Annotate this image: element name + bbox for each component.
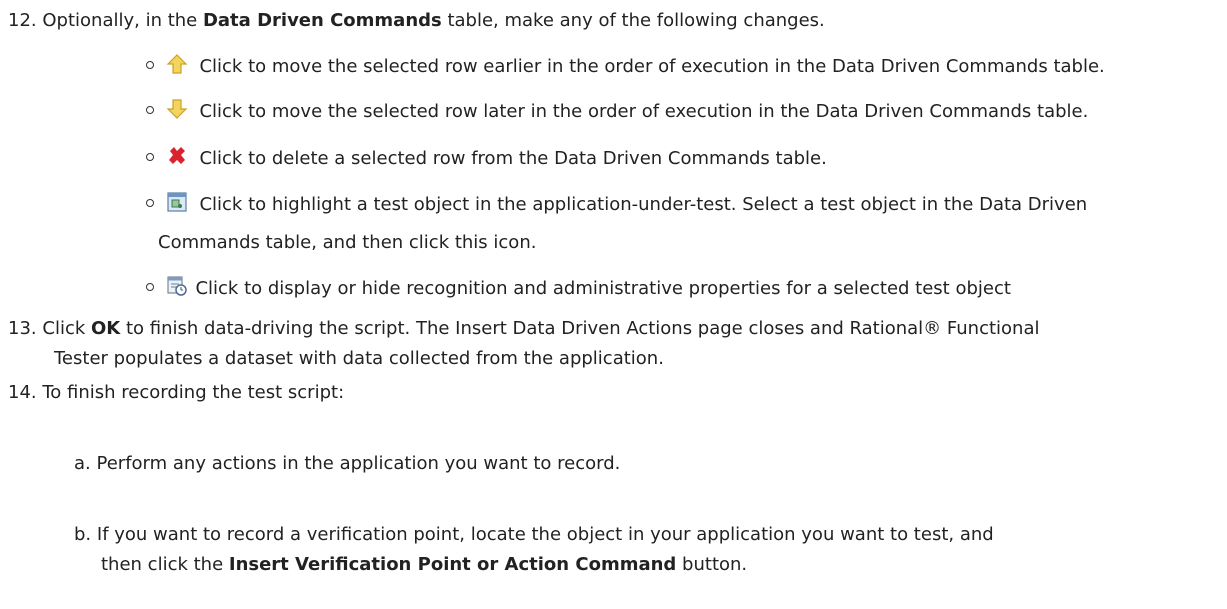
highlight-object-icon <box>167 192 187 212</box>
substep-label: b. <box>74 524 92 545</box>
substep-b-continued: then click the Insert Verification Point… <box>101 552 747 578</box>
list-item: Click to display or hide recognition and… <box>146 276 1011 302</box>
list-item: Click to move the selected row earlier i… <box>146 54 1105 80</box>
ui-term: OK <box>91 318 121 339</box>
step-text: to finish data-driving the script. The I… <box>120 318 1040 339</box>
item-text: Click to delete a selected row from the … <box>199 148 827 169</box>
step-number: 14. <box>8 382 37 403</box>
step-text: table, make any of the following changes… <box>441 10 825 31</box>
delete-icon <box>168 147 185 164</box>
substep-text: then click the <box>101 554 229 575</box>
step-text: To finish recording the test script: <box>42 382 345 403</box>
item-text: Commands table, and then click this icon… <box>158 232 537 253</box>
substep-text: Perform any actions in the application y… <box>96 453 621 474</box>
step-14: 14. To finish recording the test script: <box>8 380 344 406</box>
substep-b: b. If you want to record a verification … <box>74 522 994 548</box>
arrow-up-icon <box>166 54 188 74</box>
list-item: Click to highlight a test object in the … <box>146 192 1087 218</box>
step-number: 12. <box>8 10 37 31</box>
list-item: Click to delete a selected row from the … <box>146 146 827 172</box>
substep-text: If you want to record a verification poi… <box>96 524 994 545</box>
step-number: 13. <box>8 318 37 339</box>
bullet <box>146 283 154 291</box>
step-12: 12. Optionally, in the Data Driven Comma… <box>8 8 825 34</box>
step-13: 13. Click OK to finish data-driving the … <box>8 316 1040 342</box>
list-item: Click to move the selected row later in … <box>146 99 1088 125</box>
item-text: Click to move the selected row earlier i… <box>199 56 1105 77</box>
substep-text: button. <box>676 554 748 575</box>
properties-icon <box>167 276 187 296</box>
step-text: Tester populates a dataset with data col… <box>54 348 664 369</box>
bullet <box>146 106 154 114</box>
bullet <box>146 199 154 207</box>
step-text: Click <box>42 318 91 339</box>
ui-term: Data Driven Commands <box>202 10 442 31</box>
item-text: Click to move the selected row later in … <box>199 101 1089 122</box>
arrow-down-icon <box>166 99 188 119</box>
item-text: Click to display or hide recognition and… <box>195 278 1011 299</box>
step-13-continued: Tester populates a dataset with data col… <box>54 346 664 372</box>
item-text: Click to highlight a test object in the … <box>199 194 1088 215</box>
ui-term: Insert Verification Point or Action Comm… <box>228 554 677 575</box>
item-text-continued: Commands table, and then click this icon… <box>158 230 536 256</box>
substep-a: a. Perform any actions in the applicatio… <box>74 451 620 477</box>
bullet <box>146 61 154 69</box>
substep-label: a. <box>74 453 91 474</box>
step-text: Optionally, in the <box>42 10 203 31</box>
bullet <box>146 153 154 161</box>
